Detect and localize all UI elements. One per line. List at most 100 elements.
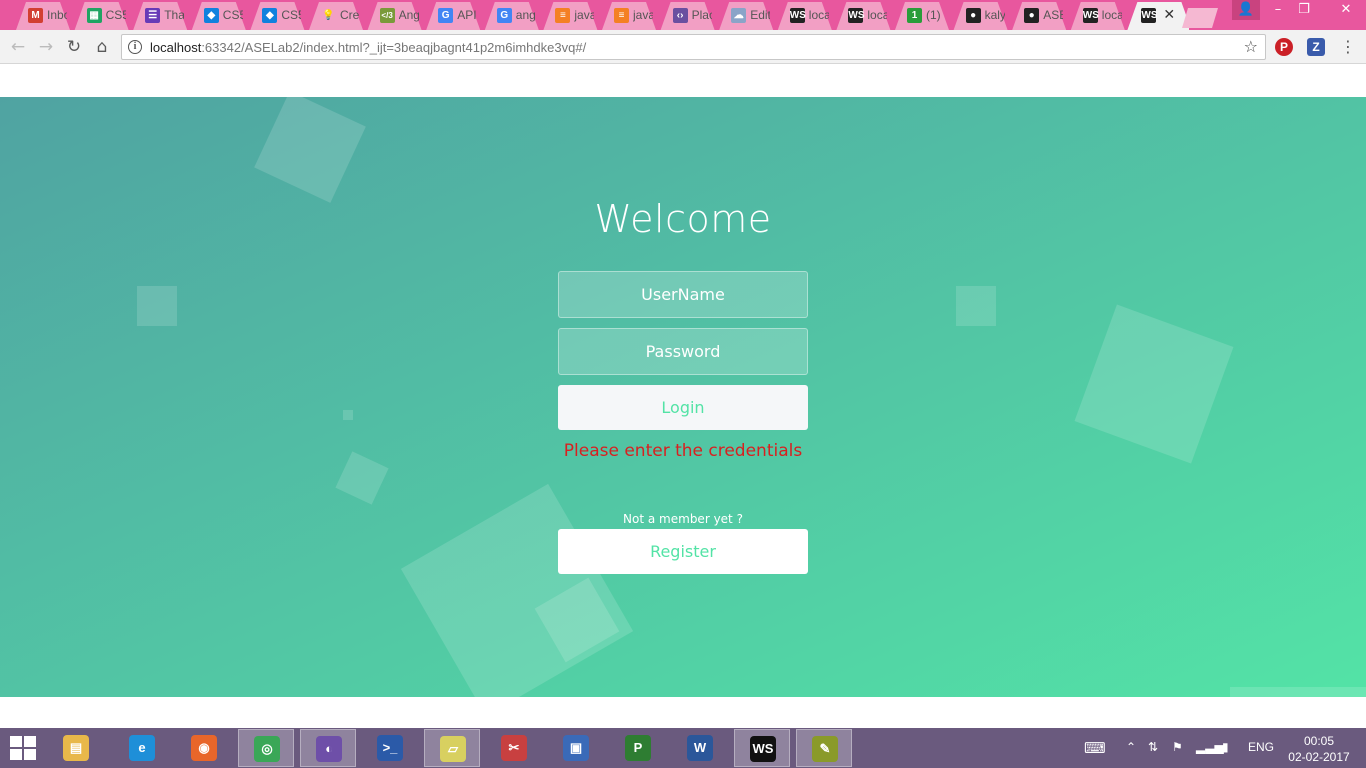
browser-tab[interactable]: ≡ java	[537, 2, 603, 30]
browser-tab[interactable]: ●ASE	[1006, 2, 1072, 30]
webstorm-icon: WS	[1141, 8, 1158, 23]
url-path: :63342/ASELab2/index.html?_ijt=3beaqjbag…	[201, 40, 587, 55]
browser-tab[interactable]: ☰ Tha	[127, 2, 193, 30]
firefox-icon: ◉	[191, 735, 217, 761]
menu-icon[interactable]: ⋮	[1340, 37, 1356, 56]
browser-tab[interactable]: ◆CS5	[244, 2, 310, 30]
tab-title: loca	[1101, 8, 1122, 22]
restore-button[interactable]: ❐	[1290, 0, 1318, 20]
windows-start-icon[interactable]	[10, 736, 36, 760]
address-bar[interactable]: i localhost:63342/ASELab2/index.html?_ij…	[121, 34, 1266, 60]
tab-title: ang	[515, 8, 536, 22]
tab-title: kaly	[984, 8, 1005, 22]
taskbar-word[interactable]: W	[672, 729, 728, 767]
language-indicator[interactable]: ENG	[1248, 740, 1274, 754]
taskbar-github-desktop[interactable]: ◐	[300, 729, 356, 767]
login-container: Welcome Login Please enter the credentia…	[0, 97, 1366, 697]
network-adapter-icon[interactable]: ⇅	[1148, 740, 1158, 754]
github-desktop-icon: ◐	[316, 736, 342, 762]
pinterest-icon[interactable]: P	[1275, 38, 1293, 56]
browser-tab[interactable]: WS loca	[1065, 2, 1131, 30]
tab-title: CS5	[105, 8, 126, 22]
file-explorer-icon: ▤	[63, 735, 89, 761]
tab-title: Inbo	[47, 8, 67, 22]
taskbar-firefox[interactable]: ◉	[176, 729, 232, 767]
taskbar-project[interactable]: P	[610, 729, 666, 767]
taskbar-powershell[interactable]: >_	[362, 729, 418, 767]
webstorm-icon: WS	[1082, 8, 1099, 23]
browser-tab[interactable]: </3 Ang	[362, 2, 428, 30]
new-tab-button[interactable]	[1182, 8, 1218, 28]
sticky-notes-icon: ▱	[440, 736, 466, 762]
internet-explorer-icon: e	[129, 735, 155, 761]
browser-tab[interactable]: ☁ Edit	[713, 2, 779, 30]
home-icon[interactable]: ⌂	[90, 36, 114, 58]
page-title: Welcome	[594, 197, 772, 241]
browser-toolbar: ← → ↻ ⌂ i localhost:63342/ASELab2/index.…	[0, 30, 1366, 64]
forms-icon: ☰	[145, 8, 161, 23]
password-input[interactable]	[558, 328, 808, 375]
error-message: Please enter the credentials	[563, 441, 803, 461]
browser-tab[interactable]: ▦CS5	[69, 2, 135, 30]
battery-icon[interactable]: ▮	[1222, 740, 1229, 754]
minimize-button[interactable]: –	[1264, 0, 1292, 20]
taskbar-file-explorer[interactable]: ▤	[48, 729, 104, 767]
flag-icon[interactable]: ⚑	[1172, 740, 1183, 754]
close-tab-icon[interactable]: ✕	[1163, 7, 1175, 23]
browser-tab[interactable]: ◆CS5	[186, 2, 252, 30]
site-info-icon[interactable]: i	[128, 40, 142, 54]
clock[interactable]: 00:05 02-02-2017	[1286, 733, 1352, 765]
sheets-icon: ▦	[86, 8, 102, 23]
username-input[interactable]	[558, 271, 808, 318]
browser-tab[interactable]: WS loca	[772, 2, 838, 30]
register-button[interactable]: Register	[558, 529, 808, 574]
google-icon: G	[496, 8, 512, 23]
browser-tab[interactable]: ● kaly	[948, 2, 1014, 30]
keyboard-icon[interactable]: ⌨	[1084, 739, 1106, 757]
browser-tab[interactable]: M Inbo	[10, 2, 76, 30]
taskbar-internet-explorer[interactable]: e	[114, 729, 170, 767]
github-icon: ●	[965, 8, 981, 23]
url-text: localhost:63342/ASELab2/index.html?_ijt=…	[150, 40, 586, 55]
webstorm-icon: WS	[750, 736, 776, 762]
decorative-square	[1230, 687, 1366, 697]
taskbar-sticky-notes[interactable]: ▱	[424, 729, 480, 767]
show-hidden-icons-icon[interactable]: ⌃	[1126, 740, 1136, 754]
taskbar-task-editor[interactable]: ✎	[796, 729, 852, 767]
browser-tab[interactable]: 1 (1)	[889, 2, 955, 30]
tab-title: API	[457, 8, 477, 22]
wifi-signal-icon[interactable]: ▂▃▅	[1196, 740, 1224, 754]
tab-title: java	[574, 8, 595, 22]
url-host: localhost	[150, 40, 202, 55]
forward-arrow-icon[interactable]: →	[34, 36, 58, 58]
angular-icon: </3	[379, 8, 395, 23]
tab-title: Cre	[340, 8, 360, 22]
tab-title: ASE	[1043, 8, 1063, 22]
browser-tab[interactable]: WS loca	[830, 2, 896, 30]
tab-strip: MInbo▦CS5☰Tha◆CS5◆CS5💡Cre</3AngGAPIGang≡…	[0, 0, 1366, 30]
reload-icon[interactable]: ↻	[62, 36, 86, 58]
browser-tab[interactable]: G API	[420, 2, 486, 30]
browser-tab[interactable]: Gang	[479, 2, 545, 30]
placeholder-icon: ‹›	[672, 8, 688, 23]
bookmark-star-icon[interactable]: ☆	[1244, 37, 1258, 56]
close-window-button[interactable]: ✕	[1326, 0, 1366, 20]
taskbar-webstorm[interactable]: WS	[734, 729, 790, 767]
bulb-icon: 💡	[322, 10, 335, 21]
taskbar-chrome[interactable]: ◎	[238, 729, 294, 767]
z-extension-icon[interactable]: Z	[1307, 38, 1325, 56]
remote-desktop-icon: ▣	[563, 735, 589, 761]
project-icon: P	[625, 735, 651, 761]
taskbar-snipping-tool[interactable]: ✂	[486, 729, 542, 767]
login-button[interactable]: Login	[558, 385, 808, 430]
chrome-icon: ◎	[254, 736, 280, 762]
decorative-square	[1074, 304, 1234, 464]
browser-tab[interactable]: WS ✕	[1123, 2, 1190, 30]
profile-icon[interactable]: 👤	[1232, 0, 1260, 20]
taskbar-remote-desktop[interactable]: ▣	[548, 729, 604, 767]
browser-tab[interactable]: ≡ java	[596, 2, 662, 30]
taskbar: ▤ e ◉ ◎ ◐ >_ ▱ ✂ ▣ P W WS ✎ ⌨ ⌃ ⇅ ⚑ ▂▃▅ ▮ ENG 00:05 …	[0, 728, 1366, 768]
browser-tab[interactable]: 💡 Cre	[303, 2, 369, 30]
back-arrow-icon[interactable]: ←	[6, 36, 30, 58]
browser-tab[interactable]: ‹›Plac	[655, 2, 721, 30]
